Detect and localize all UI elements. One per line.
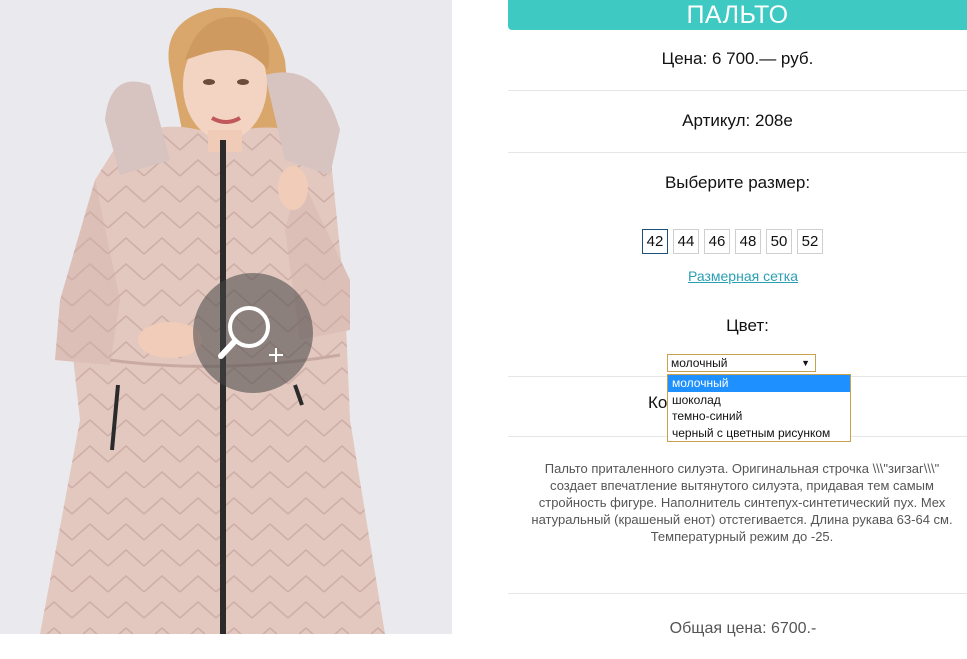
color-option-dark-blue[interactable]: темно-синий (668, 408, 850, 425)
sku: Артикул: 208е (682, 111, 793, 130)
size-selector: 42 44 46 48 50 52 (642, 229, 823, 254)
color-select[interactable]: молочный ▼ (667, 354, 816, 372)
size-option-48[interactable]: 48 (735, 229, 761, 254)
divider (508, 90, 967, 91)
price: Цена: 6 700.— руб. (661, 49, 814, 68)
color-dropdown-list: молочный шоколад темно-синий черный с цв… (667, 374, 851, 442)
color-option-black-pattern[interactable]: черный с цветным рисунком (668, 425, 850, 442)
size-option-52[interactable]: 52 (797, 229, 823, 254)
size-option-46[interactable]: 46 (704, 229, 730, 254)
zoom-lens-button[interactable] (193, 273, 313, 393)
size-option-42[interactable]: 42 (642, 229, 668, 254)
caret-down-icon: ▼ (801, 358, 810, 368)
size-option-50[interactable]: 50 (766, 229, 792, 254)
total-price: Общая цена: 6700.- (669, 620, 817, 637)
size-heading: Выберите размер: (664, 173, 811, 192)
quantity-heading: Ко (648, 393, 668, 412)
product-title: ПАЛЬТО (508, 0, 967, 30)
size-option-44[interactable]: 44 (673, 229, 699, 254)
divider (508, 152, 967, 153)
divider (508, 593, 967, 594)
color-select-value: молочный (671, 356, 728, 370)
color-option-milk[interactable]: молочный (668, 375, 850, 392)
product-photo[interactable] (0, 0, 452, 634)
zoom-in-icon (218, 306, 283, 362)
size-chart-link[interactable]: Размерная сетка (508, 268, 967, 284)
color-heading: Цвет: (726, 316, 769, 335)
color-option-chocolate[interactable]: шоколад (668, 392, 850, 409)
product-description: Пальто приталенного силуэта. Оригинальна… (531, 461, 953, 544)
